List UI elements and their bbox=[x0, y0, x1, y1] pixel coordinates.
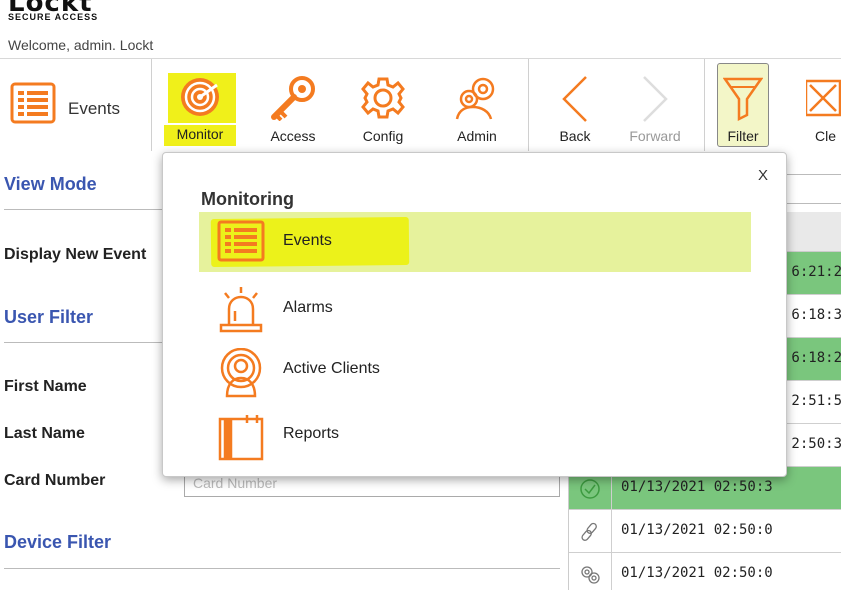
forward-label: Forward bbox=[629, 128, 681, 144]
last-name-label: Last Name bbox=[4, 425, 85, 442]
table-row[interactable]: 01/13/2021 02:50:0 bbox=[569, 510, 841, 553]
menu-item-active-clients[interactable]: Active Clients bbox=[199, 340, 751, 400]
event-time: 6:18:3 bbox=[791, 307, 841, 323]
menu-item-events[interactable]: Events bbox=[199, 212, 751, 272]
event-time: 01/13/2021 02:50:0 bbox=[621, 522, 773, 538]
report-icon bbox=[217, 413, 265, 466]
welcome-text: Welcome, admin. Lockt bbox=[8, 37, 154, 53]
alarm-light-icon bbox=[217, 285, 265, 338]
radar-icon bbox=[177, 75, 223, 124]
toolbar-divider bbox=[704, 59, 705, 151]
view-mode-heading: View Mode bbox=[4, 174, 97, 194]
event-time: 2:50:3 bbox=[791, 436, 841, 452]
menu-item-label: Alarms bbox=[283, 299, 333, 316]
logo-tagline: SECURE ACCESS bbox=[8, 12, 99, 22]
back-button[interactable]: Back bbox=[540, 59, 610, 151]
event-time: 6:18:2 bbox=[791, 350, 841, 366]
check-icon bbox=[580, 479, 600, 499]
menu-item-label: Events bbox=[283, 232, 332, 249]
monitor-button[interactable]: Monitor bbox=[160, 59, 240, 151]
menu-item-reports[interactable]: Reports bbox=[199, 405, 751, 465]
config-label: Config bbox=[362, 128, 404, 144]
list-icon bbox=[217, 220, 265, 267]
section-divider bbox=[4, 568, 560, 569]
gears-icon bbox=[453, 75, 501, 126]
monitoring-popup: X Monitoring Events Alarms Active Client… bbox=[162, 152, 787, 477]
monitor-label: Monitor bbox=[164, 125, 236, 146]
access-label: Access bbox=[270, 128, 316, 144]
filter-button[interactable]: Filter bbox=[717, 59, 769, 151]
first-name-label: First Name bbox=[4, 378, 87, 395]
menu-item-label: Reports bbox=[283, 425, 340, 442]
event-time: 01/13/2021 02:50:3 bbox=[621, 479, 773, 495]
clear-button[interactable]: Cle bbox=[806, 59, 841, 151]
status-cell bbox=[569, 553, 612, 590]
config-button[interactable]: Config bbox=[345, 59, 421, 151]
current-section: Events bbox=[0, 59, 152, 151]
gears-icon bbox=[581, 566, 600, 584]
brand-logo: Lockt SECURE ACCESS bbox=[8, 0, 148, 30]
user-filter-heading: User Filter bbox=[4, 307, 94, 327]
gear-icon bbox=[360, 75, 406, 126]
access-button[interactable]: Access bbox=[255, 59, 331, 151]
menu-item-label: Active Clients bbox=[283, 360, 380, 377]
chevron-left-icon bbox=[560, 75, 590, 128]
admin-button[interactable]: Admin bbox=[437, 59, 517, 151]
admin-label: Admin bbox=[457, 128, 497, 144]
forward-button[interactable]: Forward bbox=[615, 59, 695, 151]
clear-label: Cle bbox=[815, 128, 837, 144]
popup-title: Monitoring bbox=[201, 189, 294, 209]
device-filter-heading: Device Filter bbox=[4, 532, 112, 552]
current-section-label: Events bbox=[68, 99, 120, 118]
status-cell bbox=[569, 510, 612, 553]
toolbar-divider bbox=[528, 59, 529, 151]
funnel-icon bbox=[722, 75, 764, 126]
list-icon bbox=[10, 82, 56, 129]
filter-label: Filter bbox=[727, 128, 759, 144]
menu-item-alarms[interactable]: Alarms bbox=[199, 277, 751, 337]
key-icon bbox=[268, 75, 318, 126]
close-button[interactable]: X bbox=[758, 167, 768, 184]
table-row[interactable]: 01/13/2021 02:50:0 bbox=[569, 553, 841, 590]
display-new-events-label: Display New Event bbox=[4, 246, 147, 263]
back-label: Back bbox=[559, 128, 591, 144]
clear-icon bbox=[806, 75, 841, 126]
card-number-label: Card Number bbox=[4, 472, 106, 489]
main-toolbar: Events Monitor Access Config Admin Back … bbox=[0, 59, 841, 151]
link-icon bbox=[581, 522, 597, 541]
chevron-right-icon bbox=[640, 75, 670, 128]
event-time: 01/13/2021 02:50:0 bbox=[621, 565, 773, 581]
event-time: 6:21:2 bbox=[791, 264, 841, 280]
user-signal-icon bbox=[217, 347, 265, 403]
event-time: 2:51:5 bbox=[791, 393, 841, 409]
